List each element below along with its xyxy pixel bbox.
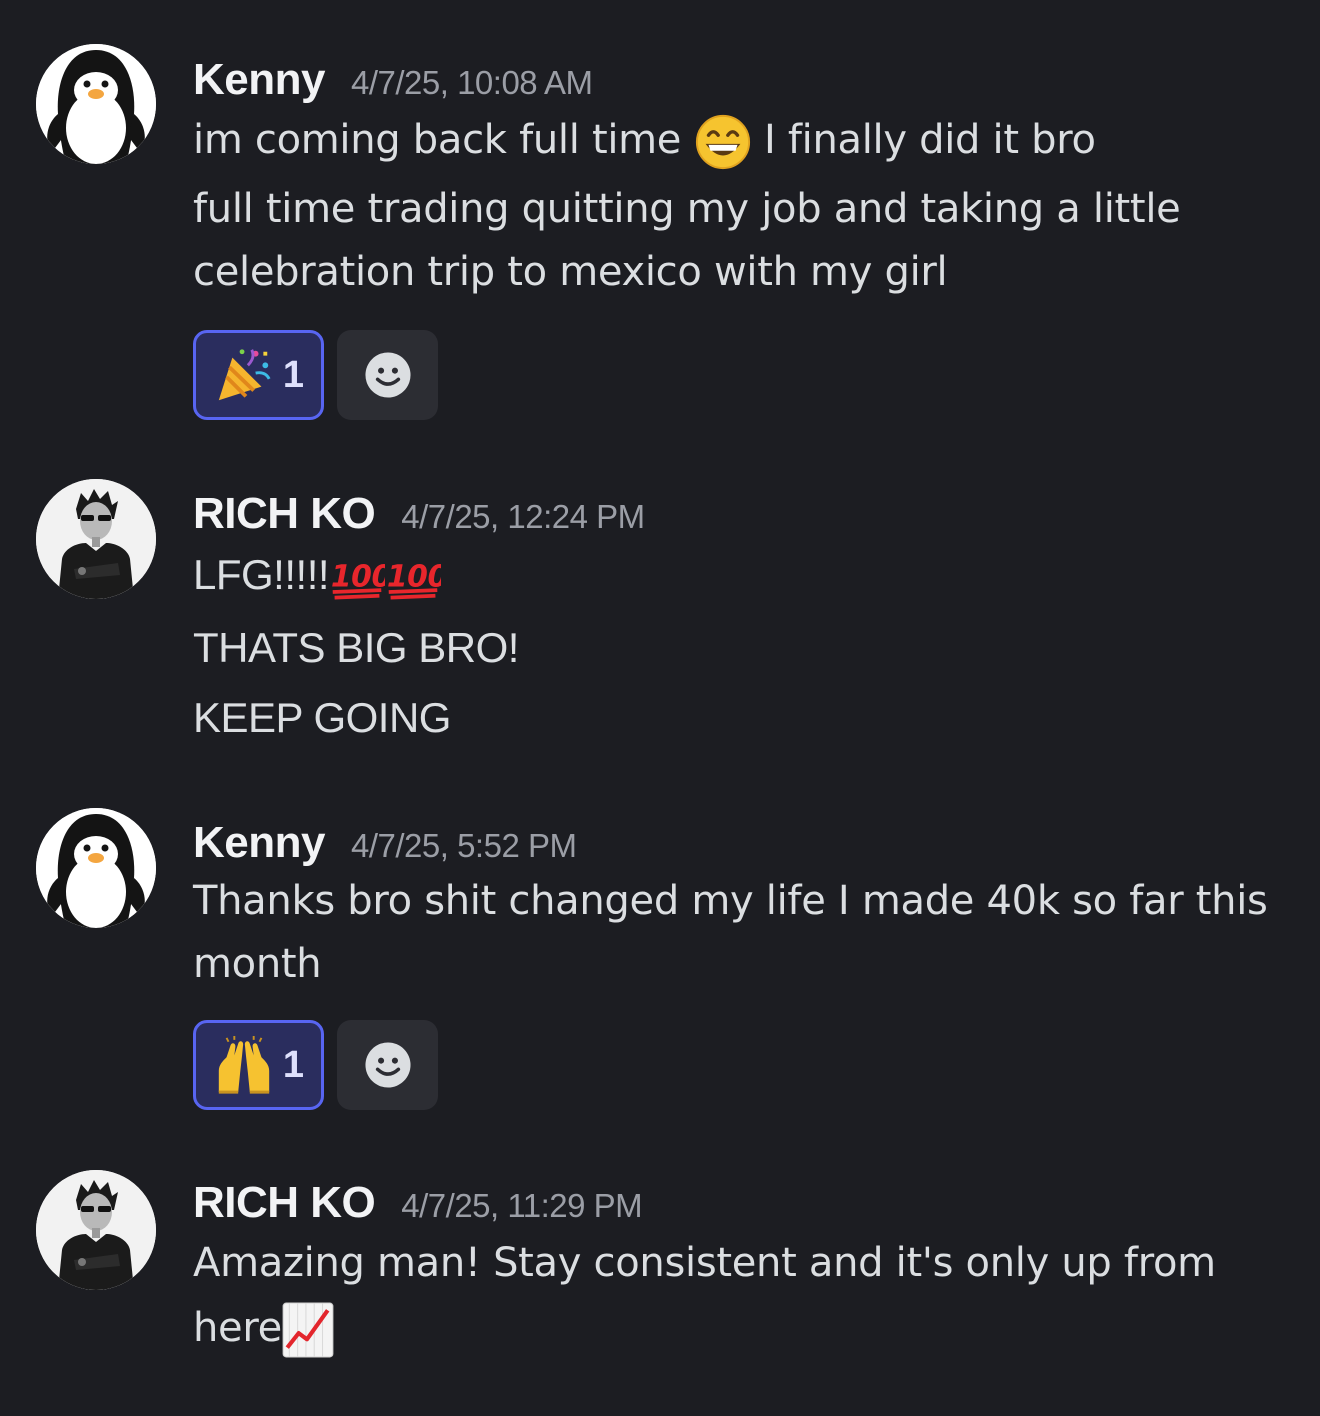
reaction-raising-hands[interactable]: 1 bbox=[193, 1020, 324, 1110]
hundred-points-emoji bbox=[329, 554, 385, 602]
author-name[interactable]: RICH KO bbox=[193, 489, 376, 539]
message-line: Amazing man! Stay consistent and it's on… bbox=[193, 1240, 1216, 1286]
message-line: KEEP GOING bbox=[193, 694, 451, 741]
reaction-count: 1 bbox=[282, 353, 305, 396]
add-reaction-button[interactable] bbox=[337, 330, 438, 420]
hundred-points-emoji bbox=[385, 554, 441, 602]
add-reaction-icon bbox=[362, 349, 414, 401]
rich-ko-avatar[interactable] bbox=[36, 1170, 156, 1290]
raising-hands-emoji bbox=[213, 1034, 275, 1096]
chart-increasing-emoji bbox=[282, 1302, 334, 1358]
message-line: im coming back full time I finally did i… bbox=[193, 113, 1096, 171]
party-popper-emoji bbox=[213, 344, 275, 406]
timestamp: 4/7/25, 5:52 PM bbox=[350, 827, 577, 864]
add-reaction-icon bbox=[362, 1039, 414, 1091]
message-line: month bbox=[193, 941, 322, 987]
add-reaction-button[interactable] bbox=[337, 1020, 438, 1110]
message-line: here bbox=[193, 1302, 334, 1358]
timestamp: 4/7/25, 12:24 PM bbox=[401, 498, 645, 535]
message-line: full time trading quitting my job and ta… bbox=[193, 186, 1181, 232]
rich-ko-avatar[interactable] bbox=[36, 479, 156, 599]
message-line: LFG!!!!! bbox=[193, 551, 441, 602]
reaction-count: 1 bbox=[282, 1043, 305, 1086]
message-line: Thanks bro shit changed my life I made 4… bbox=[193, 878, 1268, 924]
penguin-avatar[interactable] bbox=[36, 808, 156, 928]
grinning-face-emoji bbox=[694, 113, 752, 171]
message-line: celebration trip to mexico with my girl bbox=[193, 249, 948, 295]
author-name[interactable]: Kenny bbox=[193, 818, 325, 868]
message-line: THATS BIG BRO! bbox=[193, 624, 519, 671]
timestamp: 4/7/25, 11:29 PM bbox=[401, 1187, 643, 1224]
penguin-avatar[interactable] bbox=[36, 44, 156, 164]
timestamp: 4/7/25, 10:08 AM bbox=[350, 64, 593, 101]
author-name[interactable]: RICH KO bbox=[193, 1178, 376, 1228]
author-name[interactable]: Kenny bbox=[193, 55, 325, 105]
reaction-party-popper[interactable]: 1 bbox=[193, 330, 324, 420]
